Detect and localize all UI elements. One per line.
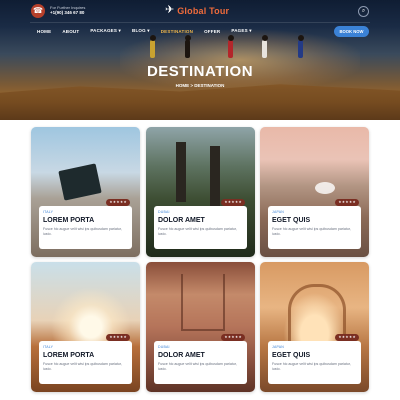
book-now-button[interactable]: BOOK NOW <box>334 26 369 37</box>
card-title[interactable]: LOREM PORTA <box>43 352 128 359</box>
traveler-silhouette <box>227 35 234 58</box>
destination-card[interactable]: ★★★★★ ITALY LOREM PORTA Fusce hic augue … <box>31 127 140 257</box>
main-nav: HOME ABOUT PACKAGES ▾ BLOG ▾ DESTINATION… <box>37 28 252 34</box>
destination-card[interactable]: ★★★★★ DUBAI DOLOR AMET Fusce hic augue v… <box>146 127 255 257</box>
nav-item-blog[interactable]: BLOG ▾ <box>132 28 150 34</box>
nav-item-home[interactable]: HOME <box>37 29 51 34</box>
nav-item-about[interactable]: ABOUT <box>62 29 79 34</box>
card-title[interactable]: EGET QUIS <box>272 352 357 359</box>
card-description: Fusce hic augue velit wisi ips quibusdam… <box>272 362 351 371</box>
card-title[interactable]: DOLOR AMET <box>158 352 243 359</box>
hero-banner: ☎ For Further Inquires +1(90) 346 67 80 … <box>0 0 400 120</box>
brand-name: Global Tour <box>177 5 230 16</box>
card-description: Fusce hic augue velit wisi ips quibusdam… <box>43 362 122 371</box>
card-description: Fusce hic augue velit wisi ips quibusdam… <box>43 227 122 236</box>
rating-badge: ★★★★★ <box>106 334 130 341</box>
destination-card[interactable]: ★★★★★ ITALY LOREM PORTA Fusce hic augue … <box>31 262 140 392</box>
nav-item-pages[interactable]: PAGES ▾ <box>231 28 251 34</box>
search-button[interactable]: ⌕ <box>358 6 369 17</box>
card-description: Fusce hic augue velit wisi ips quibusdam… <box>272 227 351 236</box>
rating-badge: ★★★★★ <box>221 199 245 206</box>
rating-badge: ★★★★★ <box>221 334 245 341</box>
traveler-silhouette <box>297 35 304 58</box>
destination-card[interactable]: ★★★★★ DUBAI DOLOR AMET Fusce hic augue v… <box>146 262 255 392</box>
nav-item-destination[interactable]: DESTINATION <box>161 29 193 34</box>
header-divider <box>30 22 370 23</box>
card-info: ITALY LOREM PORTA Fusce hic augue velit … <box>39 341 132 384</box>
rating-badge: ★★★★★ <box>335 334 359 341</box>
search-icon: ⌕ <box>361 8 366 14</box>
card-info: JAPAN EGET QUIS Fusce hic augue velit wi… <box>268 341 361 384</box>
card-info: ITALY LOREM PORTA Fusce hic augue velit … <box>39 206 132 249</box>
traveler-silhouette <box>261 35 268 58</box>
card-category: ITALY <box>43 345 54 349</box>
contact-phone[interactable]: +1(90) 346 67 80 <box>50 10 84 15</box>
card-title[interactable]: EGET QUIS <box>272 217 357 224</box>
site-logo[interactable]: ✈ Global Tour <box>165 5 229 16</box>
rating-badge: ★★★★★ <box>106 199 130 206</box>
traveler-silhouette <box>149 35 156 58</box>
destination-card[interactable]: ★★★★★ JAPAN EGET QUIS Fusce hic augue ve… <box>260 262 369 392</box>
phone-icon[interactable]: ☎ <box>31 4 45 18</box>
breadcrumb[interactable]: HOME > DESTINATION <box>0 83 400 88</box>
page-title: DESTINATION <box>146 63 254 80</box>
traveler-silhouette <box>184 35 191 58</box>
card-description: Fusce hic augue velit wisi ips quibusdam… <box>158 362 237 371</box>
nav-item-packages[interactable]: PACKAGES ▾ <box>90 28 121 34</box>
nav-item-offer[interactable]: OFFER <box>204 29 220 34</box>
card-category: DUBAI <box>158 210 170 214</box>
card-description: Fusce hic augue velit wisi ips quibusdam… <box>158 227 237 236</box>
card-category: DUBAI <box>158 345 170 349</box>
card-info: JAPAN EGET QUIS Fusce hic augue velit wi… <box>268 206 361 249</box>
card-title[interactable]: DOLOR AMET <box>158 217 243 224</box>
card-category: ITALY <box>43 210 54 214</box>
sunset-glow <box>120 30 360 90</box>
card-info: DUBAI DOLOR AMET Fusce hic augue velit w… <box>154 206 247 249</box>
card-category: JAPAN <box>272 210 285 214</box>
destination-card[interactable]: ★★★★★ JAPAN EGET QUIS Fusce hic augue ve… <box>260 127 369 257</box>
card-title[interactable]: LOREM PORTA <box>43 217 128 224</box>
rating-badge: ★★★★★ <box>335 199 359 206</box>
top-bar: ☎ For Further Inquires +1(90) 346 67 80 … <box>0 0 400 24</box>
card-info: DUBAI DOLOR AMET Fusce hic augue velit w… <box>154 341 247 384</box>
card-category: JAPAN <box>272 345 285 349</box>
plane-icon: ✈ <box>165 4 175 16</box>
